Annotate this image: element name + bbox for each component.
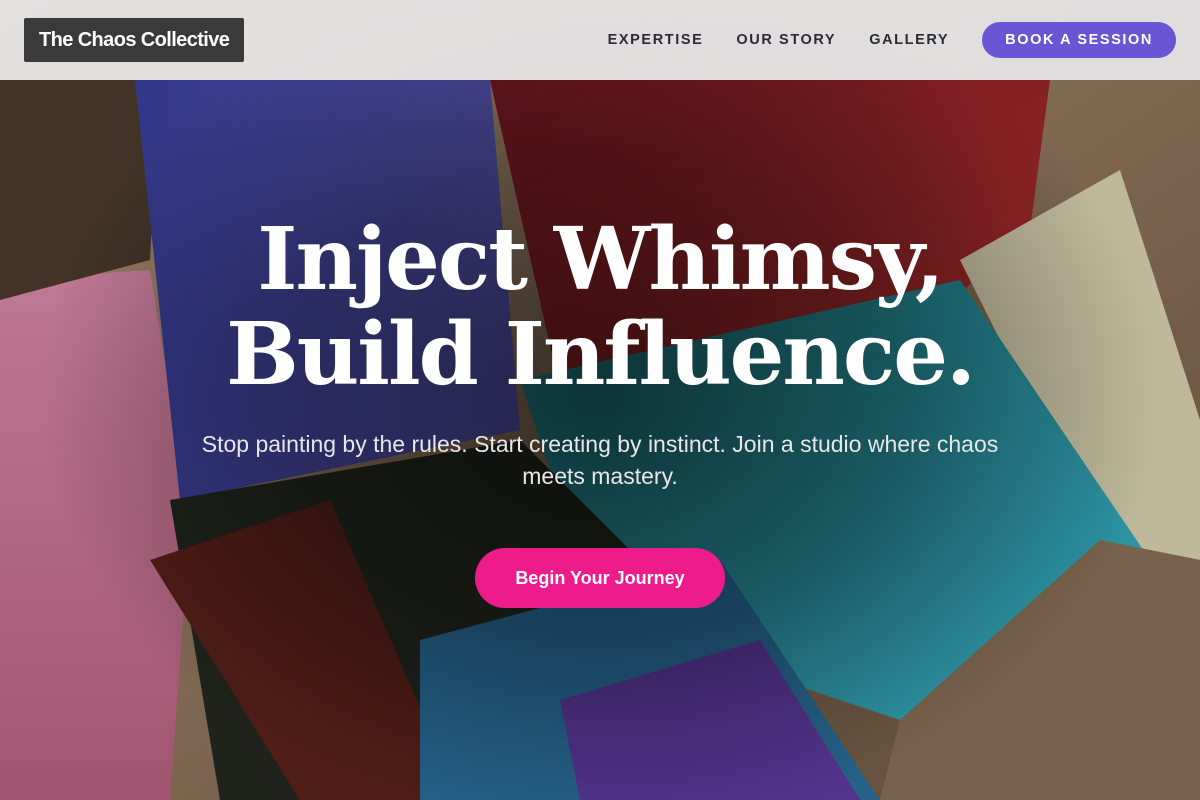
brand-logo[interactable]: The Chaos Collective xyxy=(24,18,245,62)
hero-title-line-2: Build Influence. xyxy=(226,304,976,405)
hero-title: Inject Whimsy, Build Influence. xyxy=(100,212,1100,402)
main-nav: EXPERTISE OUR STORY GALLERY BOOK A SESSI… xyxy=(608,22,1176,58)
hero-section: Inject Whimsy, Build Influence. Stop pai… xyxy=(0,212,1200,608)
site-header: The Chaos Collective EXPERTISE OUR STORY… xyxy=(0,0,1200,80)
nav-link-our-story[interactable]: OUR STORY xyxy=(736,32,836,48)
hero-subtitle: Stop painting by the rules. Start creati… xyxy=(201,431,999,489)
hero-title-line-1: Inject Whimsy, xyxy=(257,209,945,310)
nav-link-expertise[interactable]: EXPERTISE xyxy=(608,32,704,48)
book-session-button[interactable]: BOOK A SESSION xyxy=(982,22,1176,58)
nav-link-gallery[interactable]: GALLERY xyxy=(869,32,949,48)
begin-journey-button[interactable]: Begin Your Journey xyxy=(475,548,725,608)
